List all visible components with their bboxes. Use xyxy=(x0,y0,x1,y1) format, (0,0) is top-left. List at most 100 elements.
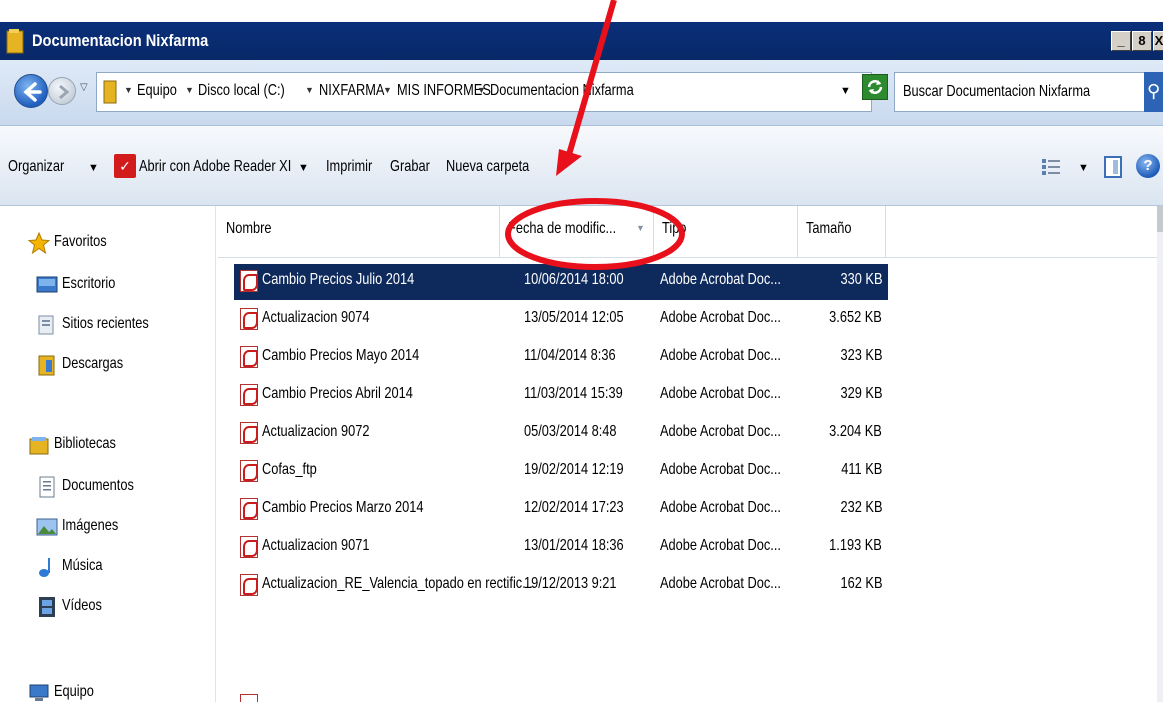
title-bar: Documentacion Nixfarma _ 8 X xyxy=(0,22,1163,60)
pdf-file-icon xyxy=(240,422,258,444)
back-button[interactable] xyxy=(14,74,48,108)
breadcrumb-separator-icon[interactable]: ▼ xyxy=(124,85,133,95)
pdf-file-icon xyxy=(240,384,258,406)
breadcrumb-separator-icon[interactable]: ▼ xyxy=(477,85,486,95)
forward-button[interactable] xyxy=(48,77,76,105)
nav-item-escritorio[interactable]: Escritorio xyxy=(0,272,216,302)
nav-item-videos[interactable]: Vídeos xyxy=(0,594,216,624)
search-input[interactable]: Buscar Documentacion Nixfarma xyxy=(894,72,1146,112)
column-header-date[interactable]: Fecha de modific... ▼ xyxy=(500,206,654,258)
libraries-icon xyxy=(29,437,49,455)
nav-item-documentos[interactable]: Documentos xyxy=(0,474,216,504)
breadcrumb-nixfarma[interactable]: NIXFARMA xyxy=(319,82,384,100)
search-button[interactable]: ⚲ xyxy=(1144,72,1163,112)
column-header-label: Tipo xyxy=(662,220,687,237)
scrollbar-thumb[interactable] xyxy=(1157,206,1163,232)
file-size: 1.193 KB xyxy=(829,537,882,554)
file-type: Adobe Acrobat Doc... xyxy=(660,347,781,364)
pdf-file-icon xyxy=(240,536,258,558)
file-size: 411 KB xyxy=(840,461,882,478)
refresh-button[interactable] xyxy=(862,74,888,100)
file-name: Cambio Precios Marzo 2014 xyxy=(262,499,424,516)
organize-button[interactable]: Organizar xyxy=(8,158,64,176)
breadcrumb-separator-icon[interactable]: ▼ xyxy=(383,85,392,95)
file-size: 329 KB xyxy=(840,385,882,402)
nav-item-imagenes[interactable]: Imágenes xyxy=(0,514,216,544)
file-date: 11/03/2014 15:39 xyxy=(524,385,623,402)
nav-libraries[interactable]: Bibliotecas xyxy=(0,432,216,462)
file-size: 3.652 KB xyxy=(829,309,882,326)
address-row: ▽ ▼ Equipo ▼ Disco local (C:) ▼ NIXFARMA… xyxy=(0,60,1163,126)
new-folder-button[interactable]: Nueva carpeta xyxy=(446,158,529,176)
nav-item-descargas[interactable]: Descargas xyxy=(0,352,216,382)
file-row[interactable]: Actualizacion 9071 13/01/2014 18:36 Adobe … xyxy=(234,530,888,566)
change-view-icon[interactable] xyxy=(1040,156,1062,178)
file-date: 13/01/2014 18:36 xyxy=(524,537,624,554)
address-bar[interactable]: ▼ Equipo ▼ Disco local (C:) ▼ NIXFARMA ▼… xyxy=(96,72,872,112)
burn-button[interactable]: Grabar xyxy=(390,158,430,176)
star-icon xyxy=(28,232,50,254)
nav-computer[interactable]: Equipo xyxy=(0,680,216,702)
column-header-row: Nombre Fecha de modific... ▼ Tipo Tamaño xyxy=(218,206,1157,258)
nav-item-label: Sitios recientes xyxy=(62,315,149,332)
search-placeholder: Buscar Documentacion Nixfarma xyxy=(903,83,1091,100)
file-date: 19/12/2013 9:21 xyxy=(524,575,617,592)
column-header-name[interactable]: Nombre xyxy=(218,206,500,258)
file-row[interactable]: Cambio Precios Mayo 2014 11/04/2014 8:36 A… xyxy=(234,340,888,376)
breadcrumb-equipo[interactable]: Equipo xyxy=(137,82,177,100)
pdf-file-icon xyxy=(240,308,258,330)
file-type: Adobe Acrobat Doc... xyxy=(660,575,781,592)
nav-computer-label: Equipo xyxy=(54,683,94,700)
file-row[interactable]: Actualizacion 9074 13/05/2014 12:05 Adobe … xyxy=(234,302,888,338)
file-name: Cofas_ftp xyxy=(262,461,317,478)
help-button[interactable]: ? xyxy=(1136,154,1160,178)
nav-item-musica[interactable]: Música xyxy=(0,554,216,584)
open-with-dropdown-icon[interactable]: ▼ xyxy=(298,162,309,174)
file-type: Adobe Acrobat Doc... xyxy=(660,423,781,440)
command-bar: Organizar ▼ ✓ Abrir con Adobe Reader XI … xyxy=(0,126,1163,206)
nav-item-sitios-recientes[interactable]: Sitios recientes xyxy=(0,312,216,342)
nav-item-label: Imágenes xyxy=(62,517,119,534)
vertical-scrollbar[interactable] xyxy=(1157,206,1163,702)
file-size: 162 KB xyxy=(840,575,882,592)
breadcrumb-separator-icon[interactable]: ▼ xyxy=(305,85,314,95)
column-header-type[interactable]: Tipo xyxy=(654,206,798,258)
preview-pane-button[interactable] xyxy=(1104,156,1122,178)
nav-item-label: Vídeos xyxy=(62,597,102,614)
forward-arrow-icon xyxy=(59,84,70,100)
view-dropdown-icon[interactable]: ▼ xyxy=(1078,162,1089,174)
close-button[interactable]: X xyxy=(1153,31,1163,51)
desktop-icon xyxy=(36,276,58,293)
print-button[interactable]: Imprimir xyxy=(326,158,372,176)
file-row[interactable]: Cambio Precios Abril 2014 11/03/2014 15:3… xyxy=(234,378,888,414)
minimize-button[interactable]: _ xyxy=(1111,31,1131,51)
file-size: 3.204 KB xyxy=(829,423,882,440)
breadcrumb-documentacion-nixfarma[interactable]: Documentacion Nixfarma xyxy=(490,82,634,100)
file-row[interactable]: Actualizacion_RE_Valencia_topado en rect… xyxy=(234,568,888,604)
file-date: 13/05/2014 12:05 xyxy=(524,309,624,326)
file-row[interactable]: Actualizacion 9072 05/03/2014 8:48 Adobe A… xyxy=(234,416,888,452)
nav-favorites[interactable]: Favoritos xyxy=(0,230,216,260)
maximize-button[interactable]: 8 xyxy=(1132,31,1152,51)
pdf-file-icon xyxy=(240,270,258,292)
file-type: Adobe Acrobat Doc... xyxy=(660,385,781,402)
organize-dropdown-icon[interactable]: ▼ xyxy=(88,162,99,174)
column-header-size[interactable]: Tamaño xyxy=(798,206,886,258)
address-dropdown-icon[interactable]: ▼ xyxy=(840,85,851,97)
breadcrumb-separator-icon[interactable]: ▼ xyxy=(185,85,194,95)
file-date: 05/03/2014 8:48 xyxy=(524,423,617,440)
folder-icon xyxy=(103,80,117,104)
adobe-reader-icon: ✓ xyxy=(114,154,136,178)
file-name: Cambio Precios Mayo 2014 xyxy=(262,347,420,364)
open-with-adobe-button[interactable]: Abrir con Adobe Reader XI xyxy=(139,158,291,176)
recent-pages-dropdown-icon[interactable]: ▽ xyxy=(80,82,88,93)
file-row[interactable]: Cambio Precios Marzo 2014 12/02/2014 17:2… xyxy=(234,492,888,528)
documents-icon xyxy=(39,476,55,498)
file-row[interactable]: Cambio Precios Julio 2014 10/06/2014 18:0… xyxy=(234,264,888,300)
folder-icon xyxy=(6,29,24,54)
sort-dropdown-icon[interactable]: ▼ xyxy=(636,223,645,233)
file-row[interactable]: Cofas_ftp 19/02/2014 12:19 Adobe Acrobat D… xyxy=(234,454,888,490)
pdf-file-icon xyxy=(240,460,258,482)
nav-favorites-label: Favoritos xyxy=(54,233,107,250)
breadcrumb-disco-local[interactable]: Disco local (C:) xyxy=(198,82,285,100)
